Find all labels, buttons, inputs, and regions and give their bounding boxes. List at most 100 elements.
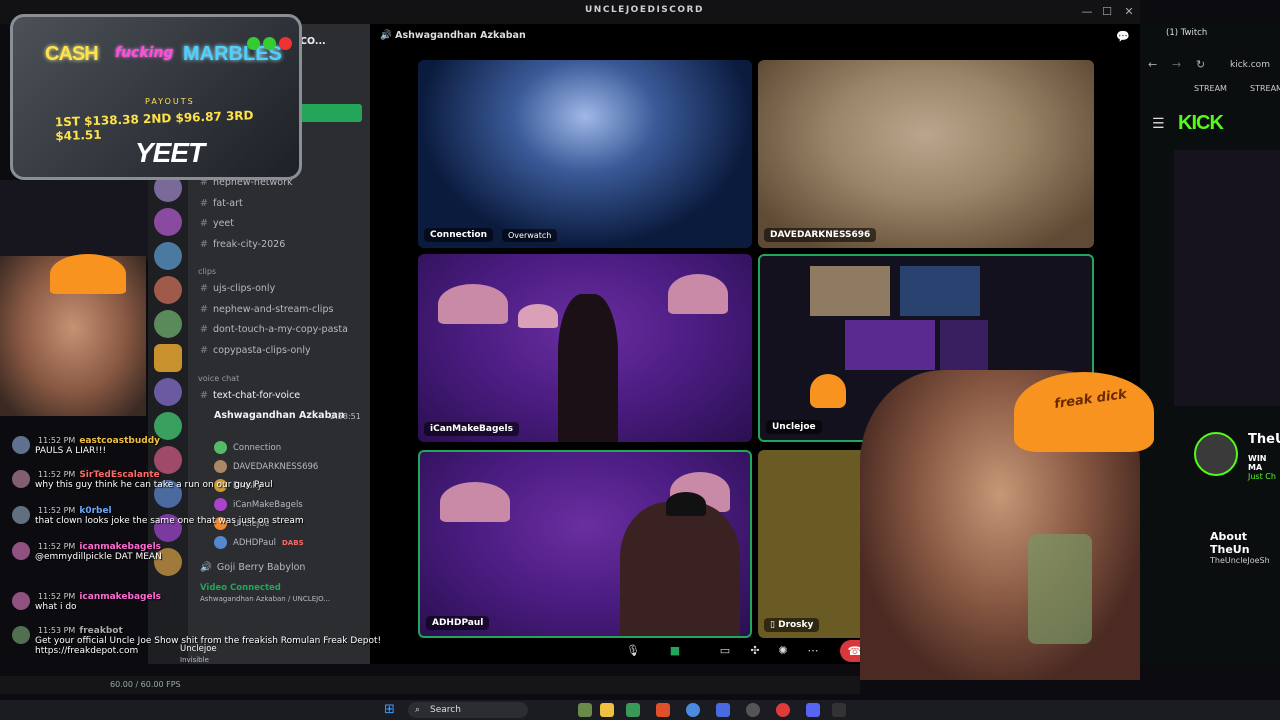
tile-username: Connection <box>424 228 494 242</box>
category-clips[interactable]: clips <box>198 267 216 276</box>
overlay-yeet: YEET <box>135 137 205 168</box>
avatar <box>12 626 30 644</box>
server-icon[interactable] <box>154 378 182 406</box>
obs-status-bar: 60.00 / 60.00 FPS <box>0 676 860 694</box>
server-name[interactable]: CO... <box>300 36 326 47</box>
discord-icon[interactable] <box>806 703 820 717</box>
channel-copypasta-clips[interactable]: # copypasta-clips-only <box>200 345 311 356</box>
kick-category[interactable]: Just Ch <box>1248 472 1276 481</box>
tile-username: Unclejoe <box>766 420 822 434</box>
tile-username: iCanMakeBagels <box>424 422 519 436</box>
camera-icon[interactable]: ■ <box>664 644 686 660</box>
kick-logo[interactable]: KICK <box>1178 112 1224 135</box>
chat-icon[interactable]: 💬 <box>1116 30 1130 43</box>
minimize-button[interactable]: — <box>1080 5 1094 19</box>
voice-timer: 2:58:51 <box>330 412 361 421</box>
tile-username: ▯ Drosky <box>764 618 820 632</box>
nested-stream-preview <box>900 266 980 316</box>
video-tile[interactable]: DAVEDARKNESS696 <box>758 60 1094 248</box>
mushroom-decor <box>668 274 728 314</box>
server-icon[interactable] <box>154 208 182 236</box>
chat-message: 11:52 PM SirTedEscalante why this guy thi… <box>8 470 273 490</box>
channel-text-chat-voice[interactable]: # text-chat-for-voice <box>200 390 300 401</box>
video-tile[interactable]: ADHDPaul <box>418 450 752 638</box>
nested-cap <box>810 374 846 408</box>
chrome-icon[interactable] <box>686 703 700 717</box>
server-icon[interactable] <box>154 310 182 338</box>
microphone-icon[interactable]: 🎙 <box>622 644 644 660</box>
green-light-icon <box>263 37 276 50</box>
tile-username: DAVEDARKNESS696 <box>764 228 877 242</box>
brave-icon[interactable] <box>656 703 670 717</box>
close-button[interactable]: ✕ <box>1122 5 1136 19</box>
channel-avatar[interactable] <box>1194 432 1238 476</box>
avatar <box>12 506 30 524</box>
server-icon[interactable] <box>154 344 182 372</box>
kick-channel-name[interactable]: TheU <box>1248 432 1280 447</box>
channel-ujs-clips[interactable]: # ujs-clips-only <box>200 283 275 294</box>
chat-message: 11:52 PM icanmakebagels @emmydillpickle D… <box>8 542 162 562</box>
address-bar[interactable]: kick.com <box>1230 60 1270 70</box>
stream-chat: 11:52 PM eastcoastbuddy PAULS A LIAR!!! 1… <box>0 430 390 670</box>
app-icon[interactable] <box>716 703 730 717</box>
more-options-icon[interactable]: ⋯ <box>802 644 824 660</box>
chat-message: 11:52 PM eastcoastbuddy PAULS A LIAR!!! <box>8 436 160 456</box>
mushroom-decor <box>440 482 510 522</box>
bookmark-stream[interactable]: STREAM <box>1250 84 1280 93</box>
obs-preview-strip <box>0 180 148 260</box>
file-explorer-icon[interactable] <box>600 703 614 717</box>
window-title: UNCLEJOEDISCORD <box>585 5 704 15</box>
channel-yeet[interactable]: # yeet <box>200 218 234 229</box>
video-tile[interactable]: iCanMakeBagels <box>418 254 752 442</box>
channel-freak-city[interactable]: # freak-city-2026 <box>200 239 285 250</box>
app-icon[interactable] <box>626 703 640 717</box>
person-silhouette <box>558 294 618 442</box>
nested-stream-preview <box>940 320 988 370</box>
back-icon[interactable]: ← <box>1148 58 1157 71</box>
red-light-icon <box>279 37 292 50</box>
orange-cap: freak dick <box>1014 372 1154 452</box>
app-icon[interactable] <box>832 703 846 717</box>
app-icon[interactable] <box>776 703 790 717</box>
screen-share-icon[interactable]: ▭ <box>714 644 736 660</box>
soundboard-icon[interactable]: ✺ <box>772 644 794 660</box>
cash-marbles-overlay: CASH fucking MARBLES PAYOUTS 1ST $138.38… <box>10 14 302 180</box>
windows-start-icon[interactable]: ⊞ <box>384 702 395 717</box>
forward-icon[interactable]: → <box>1172 58 1181 71</box>
chat-message: 11:52 PM icanmakebagels what i do <box>8 592 161 612</box>
category-voice[interactable]: voice chat <box>198 374 239 383</box>
channel-nephew-clips[interactable]: # nephew-and-stream-clips <box>200 304 333 315</box>
nested-stream-preview <box>845 320 935 370</box>
chat-message: 11:52 PM k0rbel that clown looks joke the… <box>8 506 304 526</box>
taskbar-search[interactable]: ⌕ Search <box>408 702 528 718</box>
server-icon[interactable] <box>154 276 182 304</box>
kick-stream-preview[interactable] <box>1174 150 1280 406</box>
menu-icon[interactable]: ☰ <box>1152 116 1165 132</box>
channel-fat-art[interactable]: # fat-art <box>200 198 243 209</box>
activities-icon[interactable]: ✣ <box>744 644 766 660</box>
overlay-payouts: PAYOUTS <box>145 97 195 106</box>
maximize-button[interactable]: ☐ <box>1100 5 1114 19</box>
kick-about-text: TheUncleJoeSh <box>1210 556 1270 565</box>
bookmark-stream[interactable]: STREAM <box>1194 84 1227 93</box>
search-icon: ⌕ <box>415 705 421 715</box>
reload-icon[interactable]: ↻ <box>1196 58 1205 71</box>
overlay-fucking: fucking <box>115 45 174 61</box>
voice-channel-name[interactable]: Ashwagandhan Azkaban <box>214 410 345 421</box>
kick-about-heading: About TheUn <box>1210 530 1250 556</box>
drink-glass <box>1028 534 1092 644</box>
nested-stream-preview <box>810 266 890 316</box>
person-silhouette <box>620 502 740 636</box>
video-tile[interactable]: Connection Overwatch <box>418 60 752 248</box>
app-icon[interactable] <box>578 703 592 717</box>
cap-logo: freak dick <box>1053 386 1128 413</box>
mushroom-decor <box>438 284 508 324</box>
obs-icon[interactable] <box>746 703 760 717</box>
server-icon[interactable] <box>154 242 182 270</box>
browser-tab[interactable]: (1) Twitch <box>1166 28 1280 46</box>
avatar <box>12 436 30 454</box>
obs-fps: 60.00 / 60.00 FPS <box>110 680 181 689</box>
avatar <box>12 470 30 488</box>
tile-username: ADHDPaul <box>426 616 490 630</box>
channel-copy-pasta[interactable]: # dont-touch-a-my-copy-pasta <box>200 324 348 335</box>
